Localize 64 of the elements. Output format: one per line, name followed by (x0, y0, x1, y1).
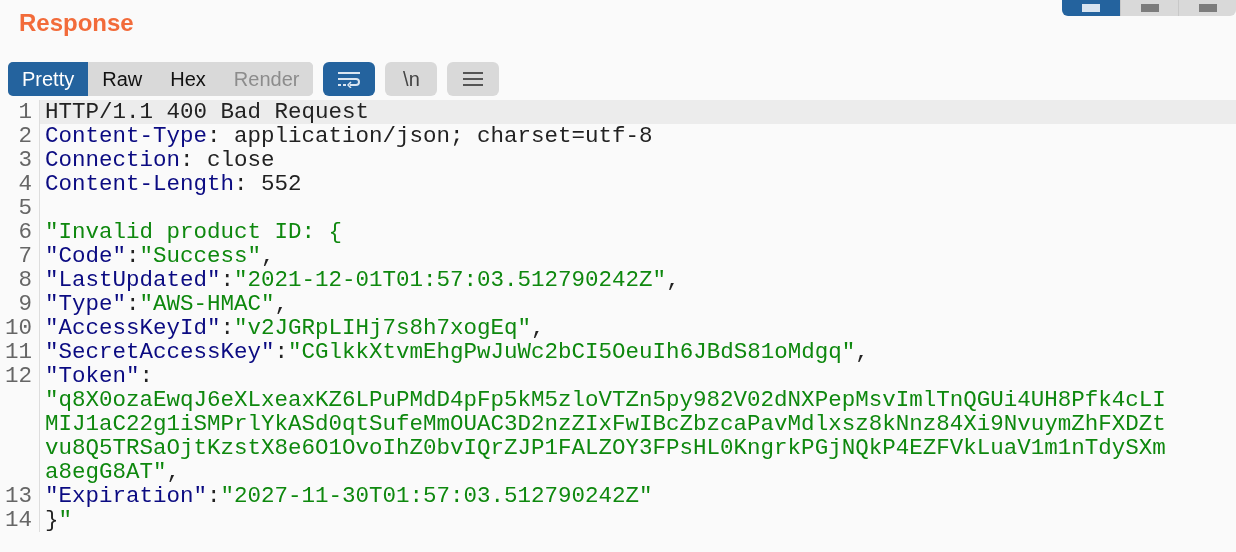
code-key: "Token" (45, 363, 140, 389)
panel-title: Response (19, 8, 134, 38)
code-key: Content-Length (45, 171, 235, 197)
code-value: " (58, 507, 73, 533)
code-text: , (261, 243, 275, 269)
wrap-toggle-button[interactable] (323, 62, 376, 96)
code-text: : application/json; charset=utf-8 (207, 123, 653, 149)
line-number: 2 (18, 123, 32, 149)
line-number: 11 (5, 339, 32, 365)
line-number: 13 (5, 483, 32, 509)
code-text: , (666, 267, 680, 293)
code-text: : 552 (234, 171, 302, 197)
code-text: , (274, 291, 289, 317)
code-value: "2027-11-30T01:57:03.512790242Z" (220, 483, 653, 509)
code-value: a8egG8AT" (45, 459, 167, 485)
line-number: 10 (5, 315, 32, 341)
menu-button[interactable] (447, 62, 500, 96)
line-number: 9 (18, 291, 32, 317)
line-number: 8 (18, 267, 32, 293)
code-text: , (166, 459, 181, 485)
line-number: 7 (18, 243, 32, 269)
code-text: : (220, 315, 235, 341)
code-value: "q8X0ozaEwqJ6eXLxeaxKZ6LPuPMdD4pFp5kM5zloVTZn5py982V02dNXPepMsvImlTnQGUi4UH8Pfk4cLI (45, 387, 1166, 413)
code-value: "v2JGRpLIHj7s8h7xogEq" (234, 315, 532, 341)
code-key: Content-Type (45, 123, 208, 149)
code-value: "Success" (139, 243, 262, 269)
code-text: : (220, 267, 235, 293)
line-number: 3 (18, 147, 32, 173)
line-number: 12 (5, 363, 32, 389)
code-value: "Invalid product ID: { (45, 219, 343, 245)
code-key: "Code" (45, 243, 126, 269)
code-value: vu8Q5TRSaOjtKzstX8e6O1OvoIhZ0bvIQrZJP1FALZOY3FPsHL0KngrkPGjNQkP4EZFVkLuaV1m1nTdySXm (45, 435, 1166, 461)
code-value: "2021-12-01T01:57:03.512790242Z" (234, 267, 667, 293)
code-text: : (126, 243, 140, 269)
layout-toggle[interactable] (1062, 0, 1120, 16)
code-text: : (139, 363, 154, 389)
line-number: 5 (18, 195, 32, 221)
line-number: 4 (18, 171, 32, 197)
code-text: } (45, 507, 59, 533)
code-text: : close (180, 147, 275, 173)
code-text: : (274, 339, 289, 365)
layout-toggle[interactable] (1120, 0, 1178, 16)
code-text: , (855, 339, 869, 365)
code-text: , (531, 315, 545, 341)
newline-toggle-button[interactable]: \n (385, 62, 438, 96)
code-key: "LastUpdated" (45, 267, 221, 293)
code-key: "SecretAccessKey" (45, 339, 275, 365)
menu-icon (462, 70, 485, 88)
code-text: HTTP/1.1 400 Bad Request (45, 99, 370, 125)
code-key: Connection (45, 147, 181, 173)
code-value: "AWS-HMAC" (139, 291, 275, 317)
code-key: "AccessKeyId" (45, 315, 221, 341)
view-tab[interactable]: Pretty (8, 62, 89, 96)
code-key: "Type" (45, 291, 126, 317)
code-text: : (207, 483, 221, 509)
code-value: "CGlkkXtvmEhgPwJuWc2bCI5OeuIh6JBdS81oMdgq" (288, 339, 856, 365)
line-number: 14 (5, 507, 32, 533)
code-value: MIJ1aC22g1iSMPrlYkASd0qtSufeMmOUAC3D2nzZIxFwIBcZbzcaPavMdlxsz8kNnz84Xi9NvuymZhFXDZt (45, 411, 1166, 437)
code-key: "Expiration" (45, 483, 208, 509)
code-text: : (126, 291, 140, 317)
line-number: 6 (18, 219, 32, 245)
line-number: 1 (18, 99, 32, 125)
layout-toggle[interactable] (1178, 0, 1236, 16)
wrap-lines-icon (337, 70, 362, 88)
